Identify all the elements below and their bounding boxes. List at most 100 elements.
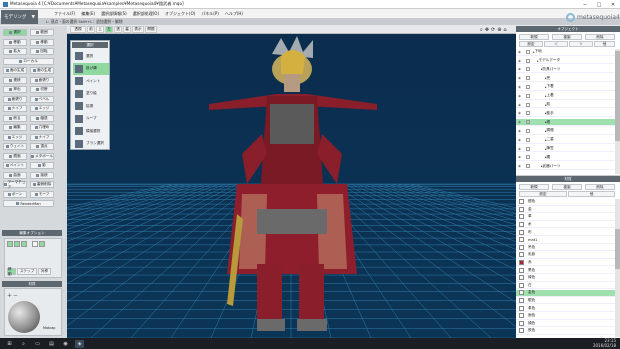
tool-front[interactable]: 前	[87, 26, 95, 33]
command-button[interactable]: 押出	[3, 86, 27, 93]
lock-icon[interactable]	[526, 58, 530, 63]
command-button[interactable]: 縮退	[30, 114, 54, 122]
select-mode-item[interactable]: 選択	[73, 50, 109, 62]
select-mode-item[interactable]: ペイント	[73, 75, 109, 87]
command-button[interactable]: 移動	[30, 38, 54, 46]
menu-help[interactable]: ヘルプ(H)	[225, 11, 243, 17]
tool-top[interactable]: 上	[96, 26, 104, 33]
tool-perspective[interactable]: 透視	[70, 26, 86, 33]
active-option[interactable]: 移動	[7, 267, 16, 276]
material-row[interactable]: 面色	[516, 313, 615, 320]
object-delete-button[interactable]: 削除	[585, 34, 615, 40]
task-view-icon[interactable]: ▭	[33, 340, 42, 348]
object-row[interactable]: ◉ ▸ 胴鎧	[516, 128, 615, 135]
command-button[interactable]: ペイント	[3, 162, 27, 169]
object-row[interactable]: ◉ ▸ 防具パーツ	[516, 67, 615, 74]
material-settings-button[interactable]: 設定	[519, 191, 567, 197]
select-mode-item[interactable]: ループ	[73, 113, 109, 125]
command-button[interactable]: 連続	[3, 76, 27, 84]
command-button[interactable]: ベベル	[30, 95, 54, 103]
lock-icon[interactable]	[526, 120, 530, 125]
command-button[interactable]: 選択	[3, 29, 27, 36]
command-button[interactable]: エッジ	[30, 105, 54, 112]
command-button[interactable]: 鏡面	[3, 152, 27, 160]
command-button[interactable]: 穴埋め	[30, 124, 54, 131]
lock-icon[interactable]	[526, 84, 530, 89]
command-button[interactable]: ウェイト	[3, 143, 27, 150]
visibility-icon[interactable]: ◉	[518, 138, 524, 142]
lock-icon[interactable]	[526, 137, 530, 142]
menu-selection-process[interactable]: 選択部処理(O)	[133, 11, 159, 17]
visibility-icon[interactable]: ◉	[518, 129, 524, 133]
lock-icon[interactable]	[526, 111, 530, 116]
object-scrollbar[interactable]	[615, 49, 620, 174]
step-button[interactable]: ステップ	[17, 268, 37, 275]
object-row[interactable]: ◉ ▸ 臑	[516, 155, 615, 162]
lock-icon[interactable]	[526, 155, 530, 160]
material-scrollbar[interactable]	[615, 199, 620, 337]
lock-icon[interactable]	[526, 93, 530, 98]
axis-x-button[interactable]	[7, 241, 13, 247]
material-row[interactable]: 革色	[516, 305, 615, 312]
material-row[interactable]: 布	[516, 229, 615, 236]
axis-z-button[interactable]	[21, 241, 27, 247]
menu-object[interactable]: オブジェクト(O)	[165, 11, 195, 17]
select-mode-item[interactable]: 隣接選択	[73, 125, 109, 137]
axis-y-button[interactable]	[14, 241, 20, 247]
screen-button[interactable]	[39, 241, 45, 247]
material-row[interactable]: 鎧色	[516, 199, 615, 206]
symmetry-button[interactable]: 対称	[38, 268, 51, 275]
command-button[interactable]: 面の生成	[30, 67, 54, 74]
command-button[interactable]: ナイフ	[30, 133, 54, 141]
command-button[interactable]: 曲面	[3, 171, 27, 179]
command-button[interactable]: ローカル	[3, 57, 54, 65]
object-prev-button[interactable]: ＜	[544, 41, 568, 47]
object-settings-button[interactable]: 設定	[519, 41, 543, 47]
visibility-icon[interactable]: ◉	[518, 103, 524, 107]
visibility-icon[interactable]: ◉	[518, 120, 524, 124]
material-row[interactable]: 乳鋲	[516, 252, 615, 259]
object-row[interactable]: ◉ ▸ 肌	[516, 102, 615, 109]
tool-problem[interactable]: 問題	[145, 26, 157, 33]
material-row[interactable]: 革	[516, 214, 615, 221]
mode-select[interactable]: モデリング ▼	[1, 10, 38, 24]
command-button[interactable]: 移動	[3, 38, 27, 46]
command-button[interactable]: 頂点	[30, 143, 54, 150]
remove-icon[interactable]: －	[13, 292, 23, 299]
object-row[interactable]: ◉ ▸ 下着	[516, 84, 615, 91]
command-button[interactable]: メタボール	[30, 152, 54, 160]
tool-transparent[interactable]: 透	[114, 26, 122, 33]
object-row[interactable]: ◉ ▸ 下地	[516, 49, 615, 56]
command-button[interactable]: 面張り	[3, 95, 27, 103]
object-new-button[interactable]: 新規	[519, 34, 549, 40]
command-button[interactable]: 面張り	[30, 76, 54, 84]
home-icon[interactable]: ⌂	[503, 27, 506, 33]
command-button[interactable]: 影	[30, 162, 54, 169]
object-row[interactable]: ◉ ▸ 兜	[516, 75, 615, 82]
object-row[interactable]: ◉ ▸ モデルデータ	[516, 58, 615, 65]
menu-file[interactable]: ファイル(F)	[54, 11, 75, 17]
select-mode-item[interactable]: 塗り絵	[73, 88, 109, 100]
material-row[interactable]: 緑色	[516, 275, 615, 282]
material-row[interactable]: 赤	[516, 260, 615, 267]
command-button[interactable]: 面の生成	[3, 67, 27, 74]
search-icon[interactable]: ⌕	[19, 340, 28, 348]
tool-back[interactable]: 裏	[123, 26, 131, 33]
object-row[interactable]: ◉ ▸ 陣笠	[516, 146, 615, 153]
object-other-button[interactable]: 他	[594, 41, 615, 47]
menu-edit[interactable]: 編集(E)	[81, 11, 95, 17]
material-delete-button[interactable]: 削除	[585, 184, 615, 190]
command-button[interactable]: ボーン	[3, 190, 27, 198]
select-mode-item[interactable]: ブラシ選択	[73, 138, 109, 150]
visibility-icon[interactable]: ◉	[518, 67, 524, 71]
material-row[interactable]: 糸	[516, 222, 615, 229]
material-new-button[interactable]: 新規	[519, 184, 549, 190]
command-button[interactable]: 範囲	[30, 29, 54, 36]
start-icon[interactable]: ⊞	[5, 340, 14, 348]
material-row[interactable]: 吊色	[516, 244, 615, 252]
select-mode-item[interactable]: 拡張	[73, 100, 109, 112]
browser-icon[interactable]: ◉	[61, 340, 70, 348]
minimize-button[interactable]: ─	[578, 0, 592, 9]
material-duplicate-button[interactable]: 複製	[552, 184, 582, 190]
lock-icon[interactable]	[526, 164, 530, 169]
